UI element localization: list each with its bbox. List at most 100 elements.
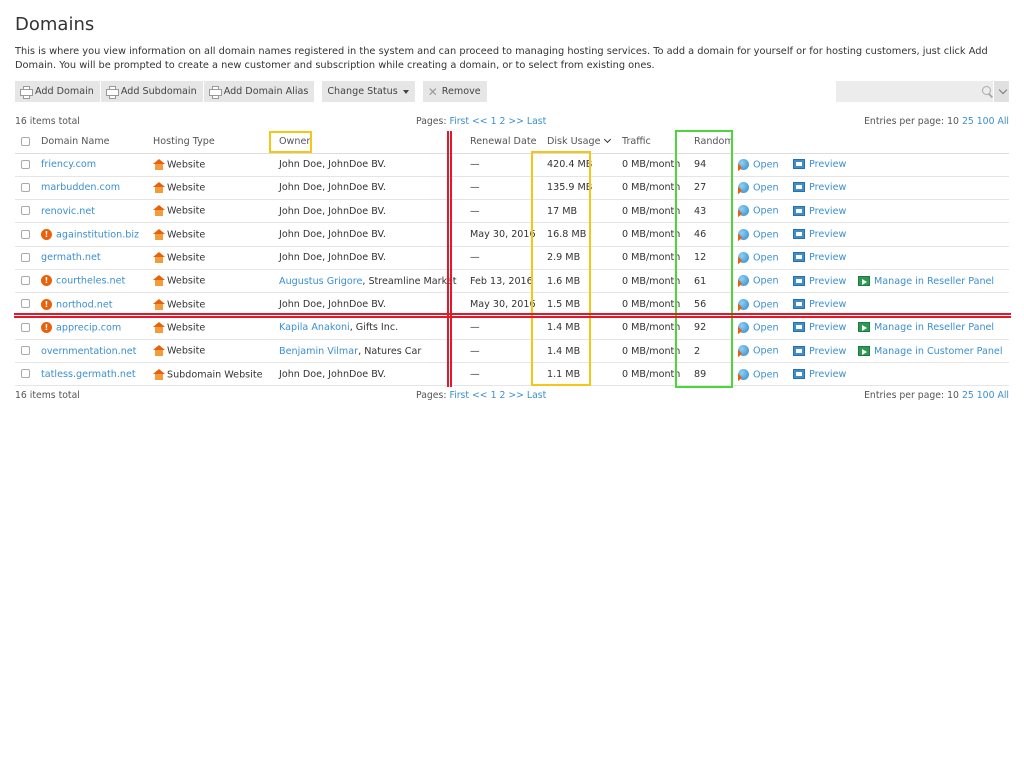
manage-panel-link[interactable]: Manage in Customer Panel [858, 345, 1003, 357]
page-prev-link[interactable]: << [472, 116, 488, 127]
disk-usage: 1.6 MB [537, 269, 612, 294]
domain-link[interactable]: courtheles.net [56, 276, 125, 287]
col-owner[interactable]: Owner [274, 131, 460, 154]
col-traffic[interactable]: Traffic [612, 131, 684, 154]
domain-link[interactable]: renovic.net [41, 206, 95, 217]
preview-link[interactable]: Preview [793, 298, 846, 310]
page-last-link[interactable]: Last [527, 116, 546, 127]
open-link[interactable]: Open [738, 182, 779, 194]
page-2-link[interactable]: 2 [499, 390, 505, 401]
manage-panel-link[interactable]: Manage in Reseller Panel [858, 322, 994, 333]
owner-text: , Streamline Market [362, 275, 457, 287]
row-checkbox[interactable] [21, 346, 30, 356]
row-checkbox[interactable] [21, 252, 30, 262]
col-disk-usage[interactable]: Disk Usage [537, 131, 612, 154]
preview-icon [793, 182, 805, 193]
entries-10[interactable]: 10 [947, 116, 959, 127]
col-renewal-date[interactable]: Renewal Date [460, 131, 537, 154]
owner-link[interactable]: Benjamin Vilmar [279, 346, 358, 357]
select-all-checkbox[interactable] [21, 136, 30, 146]
domain-link[interactable]: germath.net [41, 252, 101, 263]
open-link[interactable]: Open [738, 298, 779, 310]
open-link[interactable]: Open [738, 368, 779, 380]
remove-label: Remove [441, 86, 481, 97]
page-last-link[interactable]: Last [527, 390, 546, 401]
open-link[interactable]: Open [738, 321, 779, 333]
entries-25-link[interactable]: 25 [962, 390, 974, 401]
page-2-link[interactable]: 2 [499, 116, 505, 127]
house-icon [153, 298, 165, 310]
domain-link[interactable]: friency.com [41, 159, 96, 170]
col-random[interactable]: Random [684, 131, 738, 154]
open-link[interactable]: Open [738, 228, 779, 240]
preview-link[interactable]: Preview [793, 368, 846, 380]
domain-link[interactable]: apprecip.com [56, 322, 121, 333]
preview-link[interactable]: Preview [793, 275, 846, 287]
manage-arrow-icon [858, 275, 870, 286]
col-hosting-type[interactable]: Hosting Type [153, 131, 274, 154]
add-subdomain-button[interactable]: Add Subdomain [99, 81, 203, 102]
hosting-type: Website [167, 345, 206, 357]
page-prev-link[interactable]: << [472, 390, 488, 401]
domain-link[interactable]: tatless.germath.net [41, 369, 136, 380]
open-link[interactable]: Open [738, 252, 779, 264]
page-1-link[interactable]: 1 [491, 390, 497, 401]
manage-panel-link[interactable]: Manage in Reseller Panel [858, 275, 994, 287]
page-1-link[interactable]: 1 [491, 116, 497, 127]
page-first-link[interactable]: First [449, 116, 469, 127]
entries-100-link[interactable]: 100 [977, 390, 995, 401]
preview-link[interactable]: Preview [793, 252, 846, 263]
row-checkbox[interactable] [21, 299, 30, 309]
entries-25-link[interactable]: 25 [962, 116, 974, 127]
preview-link[interactable]: Preview [793, 229, 846, 240]
preview-link[interactable]: Preview [793, 182, 846, 193]
warning-icon: ! [41, 275, 52, 287]
remove-button[interactable]: ✕ Remove [422, 81, 487, 102]
row-checkbox[interactable] [21, 276, 30, 286]
open-link[interactable]: Open [738, 345, 779, 357]
open-label: Open [753, 159, 779, 171]
domain-link[interactable]: overnmentation.net [41, 346, 136, 357]
row-checkbox[interactable] [21, 206, 30, 216]
open-label: Open [753, 345, 779, 357]
entries-all-link[interactable]: All [997, 390, 1009, 401]
preview-link[interactable]: Preview [793, 205, 846, 217]
preview-icon [793, 368, 805, 379]
disk-usage: 17 MB [537, 199, 612, 224]
row-checkbox[interactable] [21, 159, 30, 169]
domain-link[interactable]: northod.net [56, 299, 113, 310]
search-input[interactable] [836, 81, 976, 102]
preview-label: Preview [809, 229, 847, 241]
entries-10[interactable]: 10 [947, 390, 959, 401]
page-first-link[interactable]: First [449, 390, 469, 401]
row-checkbox[interactable] [21, 182, 30, 192]
row-checkbox[interactable] [21, 229, 30, 239]
row-checkbox[interactable] [21, 322, 30, 332]
open-link[interactable]: Open [738, 205, 779, 217]
add-domain-label: Add Domain [35, 86, 94, 97]
page-next-link[interactable]: >> [508, 390, 524, 401]
add-domain-alias-button[interactable]: Add Domain Alias [202, 81, 315, 102]
owner-text: John Doe, JohnDoe BV. [279, 205, 386, 217]
preview-link[interactable]: Preview [793, 345, 846, 357]
open-link[interactable]: Open [738, 275, 779, 287]
domain-link[interactable]: againstitution.biz [56, 229, 139, 240]
owner-link[interactable]: Kapila Anakoni [279, 322, 350, 333]
preview-link[interactable]: Preview [793, 322, 846, 333]
owner-link[interactable]: Augustus Grigore [279, 276, 362, 287]
search-icon[interactable] [976, 81, 993, 102]
preview-link[interactable]: Preview [793, 159, 846, 170]
warning-icon: ! [41, 228, 52, 240]
row-checkbox[interactable] [21, 369, 30, 379]
entries-all-link[interactable]: All [997, 116, 1009, 127]
page-next-link[interactable]: >> [508, 116, 524, 127]
house-icon [153, 345, 165, 357]
open-link[interactable]: Open [738, 158, 779, 171]
search-options-toggle[interactable] [992, 81, 1009, 102]
entries-100-link[interactable]: 100 [977, 116, 995, 127]
col-domain-name[interactable]: Domain Name [41, 131, 153, 154]
change-status-button[interactable]: Change Status [322, 81, 415, 102]
domain-link[interactable]: marbudden.com [41, 182, 120, 193]
add-domain-button[interactable]: Add Domain [15, 81, 100, 102]
table-row: friency.com Website John Doe, JohnDoe BV. —… [15, 153, 1009, 177]
